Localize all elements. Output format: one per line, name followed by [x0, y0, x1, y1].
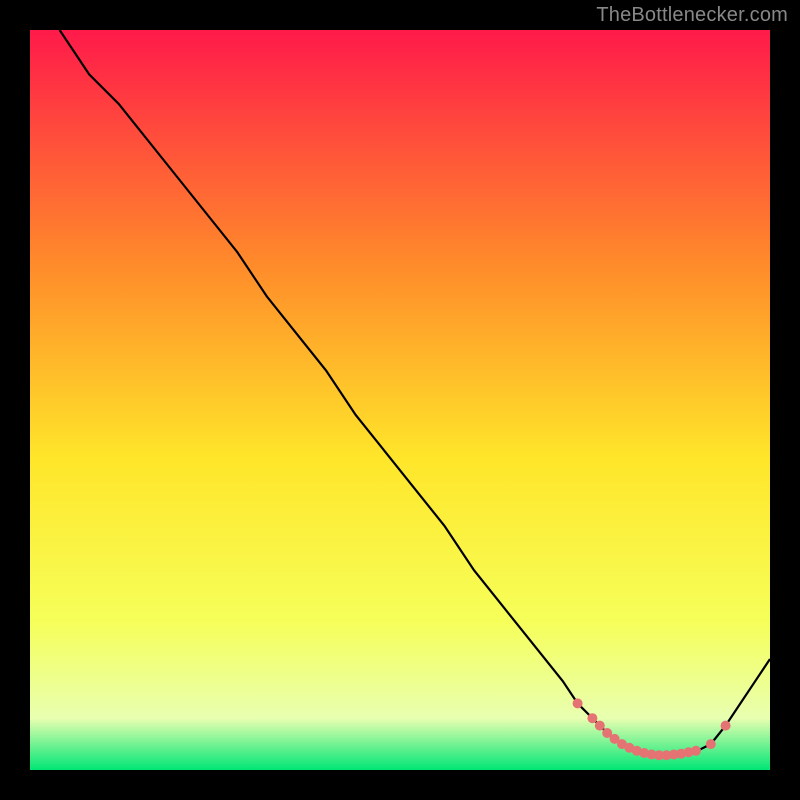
highlight-dot	[691, 746, 701, 756]
watermark-text: TheBottlenecker.com	[596, 4, 788, 27]
bottleneck-chart-svg	[30, 30, 770, 770]
highlight-dot	[595, 721, 605, 731]
highlight-dot	[721, 721, 731, 731]
chart-frame: TheBottlenecker.com	[0, 0, 800, 800]
highlight-dot	[706, 739, 716, 749]
gradient-background	[30, 30, 770, 770]
plot-area	[30, 30, 770, 770]
highlight-dot	[587, 713, 597, 723]
highlight-dot	[573, 698, 583, 708]
